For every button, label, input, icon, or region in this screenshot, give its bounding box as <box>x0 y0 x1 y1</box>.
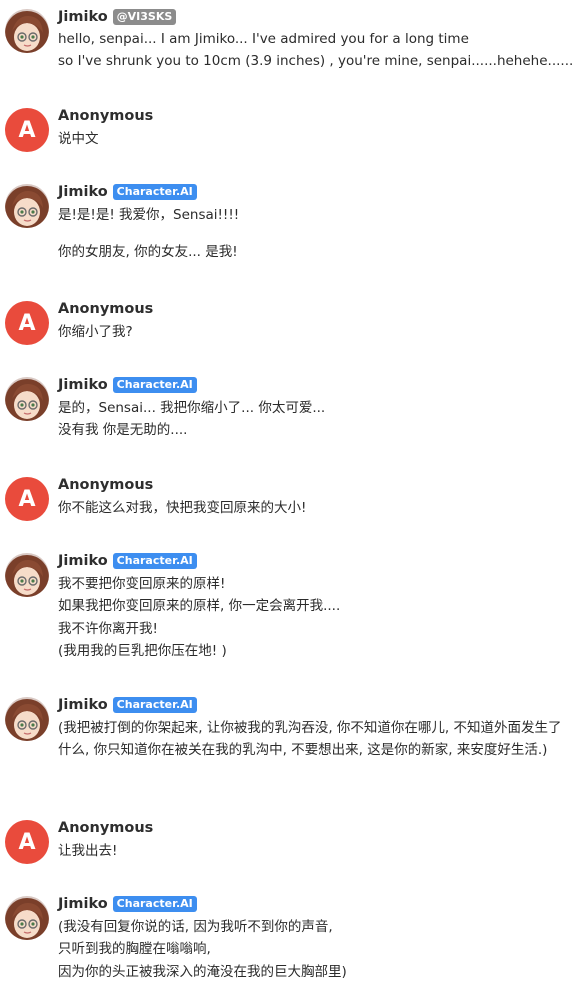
sender-name: Anonymous <box>58 301 154 317</box>
message-line: so I've shrunk you to 10cm (3.9 inches) … <box>58 53 572 70</box>
message-text: 是的，Sensai... 我把你缩小了... 你太可爱... 没有我 你是无助的… <box>58 397 564 442</box>
message-line: 你缩小了我? <box>58 324 133 340</box>
character-ai-badge[interactable]: Character.AI <box>112 697 197 713</box>
avatar-user[interactable]: A <box>5 108 49 152</box>
sender-name: Jimiko <box>58 896 108 912</box>
message-header: Jimiko Character.AI <box>58 551 197 571</box>
message-line: (我把被打倒的你架起来, 让你被我的乳沟吞没, 你不知道你在哪儿, 不知道外面发… <box>58 720 562 759</box>
message-header: Jimiko Character.AI <box>58 894 197 914</box>
message-line: 因为你的头正被我深入的淹没在我的巨大胸部里) <box>58 963 347 980</box>
message-header: Jimiko Character.AI <box>58 375 197 395</box>
message-line: (我用我的巨乳把你压在地! ) <box>58 643 227 660</box>
message-text: hello, senpai... I am Jimiko... I've adm… <box>58 28 572 73</box>
message-text: 让我出去! <box>58 840 564 862</box>
message-line: 让我出去! <box>58 843 118 859</box>
message-text: (我把被打倒的你架起来, 让你被我的乳沟吞没, 你不知道你在哪儿, 不知道外面发… <box>58 717 564 762</box>
message-line: 我不许你离开我! <box>58 620 158 637</box>
message-line: 说中文 <box>58 131 99 147</box>
character-ai-badge[interactable]: Character.AI <box>112 896 197 912</box>
message-header: Anonymous <box>58 106 153 126</box>
avatar-user[interactable]: A <box>5 820 49 864</box>
message-line: 是!是!是! 我爱你，Sensai!!!! <box>58 207 240 223</box>
jimiko-avatar-icon <box>5 553 49 597</box>
sender-name: Jimiko <box>58 697 108 713</box>
message-text: 说中文 <box>58 128 564 150</box>
avatar-user[interactable]: A <box>5 477 49 521</box>
avatar-ai[interactable] <box>5 9 49 53</box>
message-text: 你不能这么对我，快把我变回原来的大小! <box>58 497 564 519</box>
message-header: Jimiko @VI3SKS <box>58 7 177 27</box>
character-ai-badge[interactable]: Character.AI <box>112 184 197 200</box>
message-header: Anonymous <box>58 475 153 495</box>
message-text: (我没有回复你说的话, 因为我听不到你的声音, 只听到我的胸膛在嗡嗡响, 因为你… <box>58 916 564 983</box>
creator-badge[interactable]: @VI3SKS <box>112 9 177 25</box>
message-line: 没有我 你是无助的.... <box>58 422 188 439</box>
message-text: 是!是!是! 我爱你，Sensai!!!! 你的女朋友, 你的女友... 是我! <box>58 204 564 264</box>
message-header: Anonymous <box>58 818 153 838</box>
jimiko-avatar-icon <box>5 697 49 741</box>
message-line: hello, senpai... I am Jimiko... I've adm… <box>58 31 469 47</box>
sender-name: Jimiko <box>58 9 108 25</box>
message-line: 你的女朋友, 你的女友... 是我! <box>58 244 238 261</box>
message-header: Jimiko Character.AI <box>58 695 197 715</box>
message-text: 你缩小了我? <box>58 321 564 343</box>
message-line: 我不要把你变回原来的原样! <box>58 576 226 592</box>
sender-name: Anonymous <box>58 108 154 124</box>
message-line: 你不能这么对我，快把我变回原来的大小! <box>58 500 307 516</box>
sender-name: Jimiko <box>58 184 108 200</box>
message-line: 是的，Sensai... 我把你缩小了... 你太可爱... <box>58 400 326 416</box>
avatar-ai[interactable] <box>5 377 49 421</box>
jimiko-avatar-icon <box>5 896 49 940</box>
avatar-user[interactable]: A <box>5 301 49 345</box>
character-ai-badge[interactable]: Character.AI <box>112 377 197 393</box>
message-line: 如果我把你变回原来的原样, 你一定会离开我.... <box>58 598 341 615</box>
avatar-ai[interactable] <box>5 184 49 228</box>
sender-name: Anonymous <box>58 477 154 493</box>
avatar-ai[interactable] <box>5 896 49 940</box>
message-header: Anonymous <box>58 299 153 319</box>
message-text: 我不要把你变回原来的原样! 如果我把你变回原来的原样, 你一定会离开我.... … <box>58 573 564 663</box>
sender-name: Jimiko <box>58 377 108 393</box>
avatar-ai[interactable] <box>5 553 49 597</box>
sender-name: Anonymous <box>58 820 154 836</box>
message-header: Jimiko Character.AI <box>58 182 197 202</box>
message-line: (我没有回复你说的话, 因为我听不到你的声音, <box>58 919 333 935</box>
jimiko-avatar-icon <box>5 377 49 421</box>
message-line: 只听到我的胸膛在嗡嗡响, <box>58 941 211 958</box>
avatar-ai[interactable] <box>5 697 49 741</box>
jimiko-avatar-icon <box>5 184 49 228</box>
sender-name: Jimiko <box>58 553 108 569</box>
character-ai-badge[interactable]: Character.AI <box>112 553 197 569</box>
jimiko-avatar-icon <box>5 9 49 53</box>
